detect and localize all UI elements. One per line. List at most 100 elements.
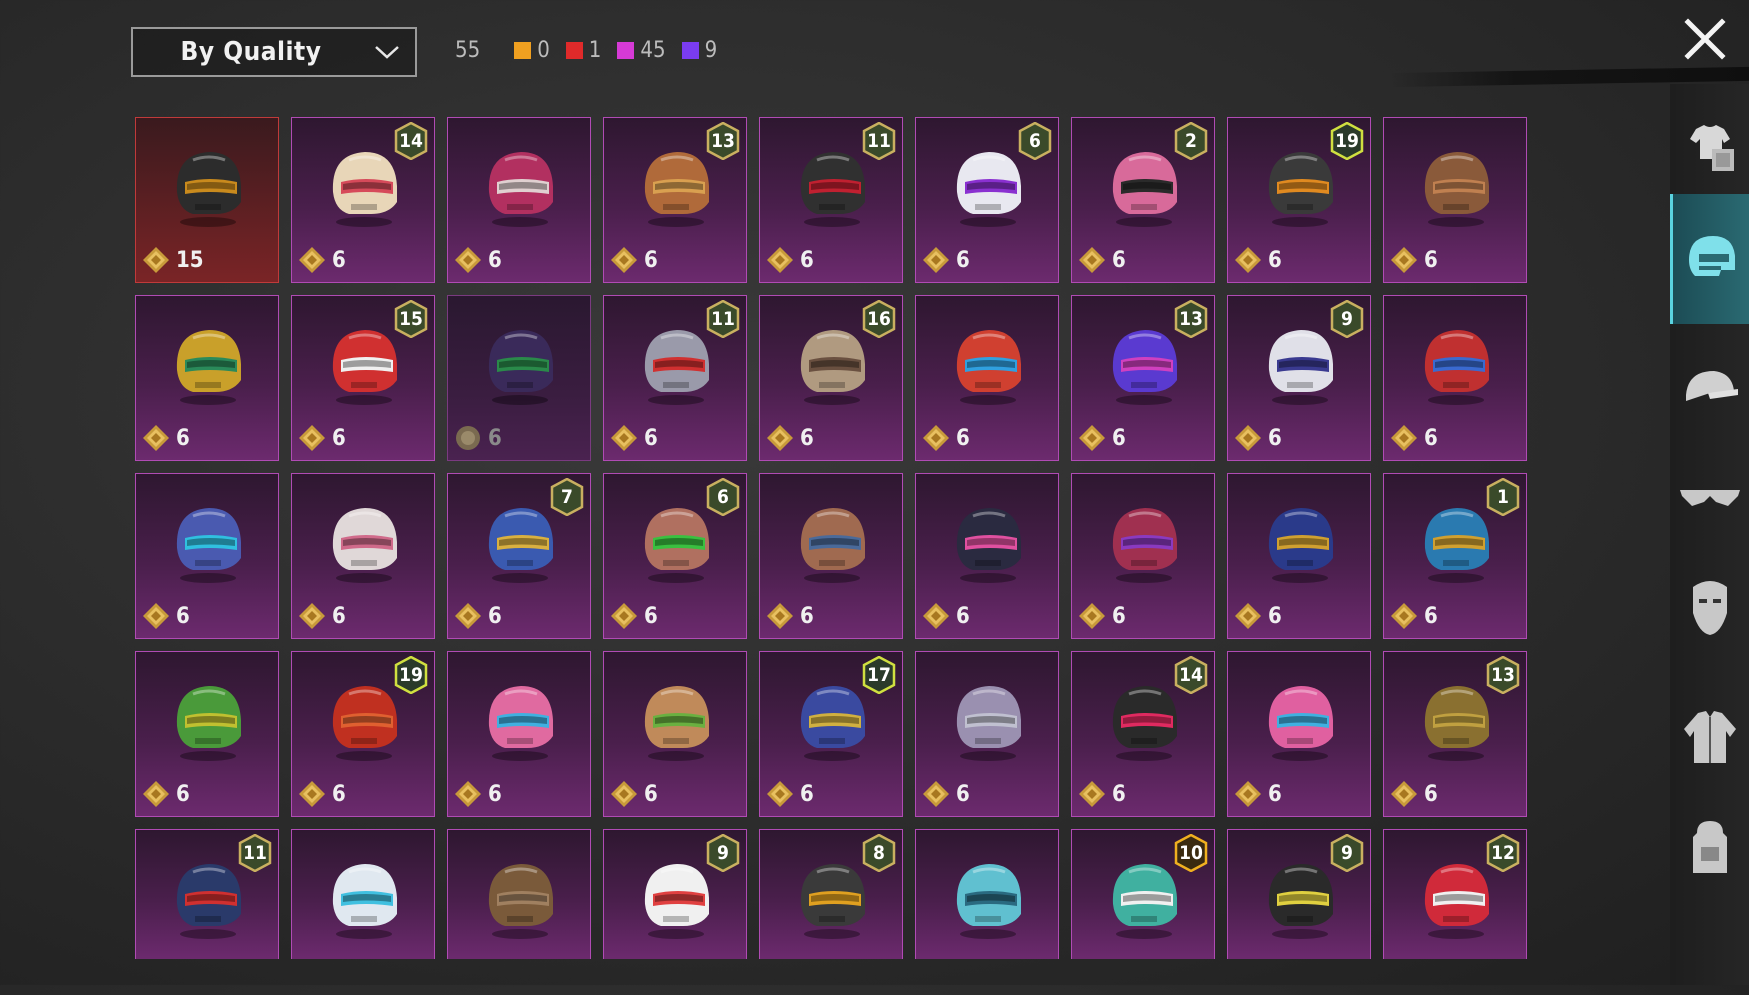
helmet-item-card[interactable]: 6 xyxy=(135,295,279,461)
quality-count-epic: 45 xyxy=(617,38,666,63)
coin-icon xyxy=(1390,424,1418,452)
coin-icon xyxy=(610,246,638,274)
price-value: 6 xyxy=(1424,781,1438,807)
level-number: 13 xyxy=(711,130,735,152)
level-number: 10 xyxy=(1179,842,1203,864)
helmet-item-card[interactable]: 16 xyxy=(1383,473,1527,639)
helmet-item-card[interactable]: 66 xyxy=(603,473,747,639)
coin-icon xyxy=(1234,246,1262,274)
item-price: 6 xyxy=(610,424,658,452)
mask-tab[interactable] xyxy=(1670,544,1749,674)
helmet-item-card[interactable]: 6 xyxy=(135,473,279,639)
coin-icon xyxy=(1390,780,1418,808)
helmet-item-card[interactable]: 9 xyxy=(603,829,747,959)
coin-icon xyxy=(142,780,170,808)
helmet-item-card[interactable]: 16 6 xyxy=(759,295,903,461)
item-price: 6 xyxy=(1234,780,1282,808)
level-number: 11 xyxy=(711,308,735,330)
helmet-item-card[interactable] xyxy=(291,829,435,959)
helmet-item-card[interactable]: 6 xyxy=(1383,295,1527,461)
helmet-item-card[interactable]: 6 xyxy=(447,295,591,461)
item-price: 15 xyxy=(142,246,204,274)
helmet-item-card[interactable]: 17 6 xyxy=(759,651,903,817)
coin-icon xyxy=(766,780,794,808)
helmet-item-card[interactable]: 10 xyxy=(1071,829,1215,959)
helmet-item-card[interactable]: 19 6 xyxy=(291,651,435,817)
helmet-item-card[interactable]: 15 6 xyxy=(291,295,435,461)
helmet-item-card[interactable]: 6 xyxy=(447,117,591,283)
level-number: 9 xyxy=(1341,308,1353,330)
helmet-item-card[interactable]: 6 xyxy=(135,651,279,817)
level-badge: 16 xyxy=(862,300,896,338)
helmet-item-card[interactable]: 11 xyxy=(135,829,279,959)
level-number: 15 xyxy=(399,308,423,330)
price-value: 6 xyxy=(1112,425,1126,451)
helmet-item-card[interactable]: 14 6 xyxy=(291,117,435,283)
helmet-image xyxy=(475,140,565,230)
item-price: 6 xyxy=(1234,602,1282,630)
coin-icon xyxy=(922,602,950,630)
helmet-image xyxy=(943,496,1033,586)
quality-filter-dropdown[interactable]: By Quality xyxy=(131,27,417,77)
price-value: 6 xyxy=(176,781,190,807)
helmet-item-card[interactable]: 19 6 xyxy=(1227,117,1371,283)
helmet-item-card[interactable]: 96 xyxy=(1227,295,1371,461)
helmet-item-card[interactable]: 11 6 xyxy=(603,295,747,461)
coin-icon xyxy=(1390,246,1418,274)
helmet-item-card[interactable]: 6 xyxy=(1227,473,1371,639)
quality-swatch xyxy=(681,42,699,59)
helmet-image xyxy=(943,852,1033,942)
helmet-item-card[interactable]: 6 xyxy=(1383,117,1527,283)
item-price: 6 xyxy=(454,780,502,808)
helmet-item-card[interactable]: 26 xyxy=(1071,117,1215,283)
helmet-item-card[interactable]: 6 xyxy=(447,651,591,817)
helmet-item-card[interactable]: 6 xyxy=(291,473,435,639)
price-value: 6 xyxy=(956,247,970,273)
helmet-item-card[interactable]: 13 6 xyxy=(1383,651,1527,817)
helmet-item-card[interactable]: 6 xyxy=(915,651,1059,817)
level-badge: 8 xyxy=(862,834,896,872)
close-button[interactable] xyxy=(1680,14,1730,64)
level-badge: 11 xyxy=(238,834,272,872)
coin-icon xyxy=(454,424,482,452)
coin-icon xyxy=(142,246,170,274)
backpack-tab[interactable] xyxy=(1670,784,1749,914)
helmet-image xyxy=(163,674,253,764)
helmet-item-card[interactable]: 11 6 xyxy=(759,117,903,283)
helmet-item-card[interactable]: 13 6 xyxy=(1071,295,1215,461)
helmet-item-card[interactable]: 13 6 xyxy=(603,117,747,283)
level-number: 13 xyxy=(1491,664,1515,686)
helmet-item-card[interactable]: 15 xyxy=(135,117,279,283)
item-price: 6 xyxy=(766,424,814,452)
helmet-icon xyxy=(1681,230,1741,288)
price-value: 6 xyxy=(800,247,814,273)
item-price: 6 xyxy=(298,246,346,274)
item-price: 6 xyxy=(1390,424,1438,452)
helmet-item-card[interactable]: 14 6 xyxy=(1071,651,1215,817)
helmet-item-card[interactable]: 6 xyxy=(1071,473,1215,639)
helmet-item-card[interactable] xyxy=(447,829,591,959)
item-price: 6 xyxy=(922,424,970,452)
helmet-item-card[interactable]: 6 xyxy=(759,473,903,639)
coin-icon xyxy=(1234,780,1262,808)
item-price: 6 xyxy=(1078,246,1126,274)
price-value: 6 xyxy=(176,425,190,451)
helmet-item-card[interactable]: 9 xyxy=(1227,829,1371,959)
helmet-item-card[interactable]: 8 xyxy=(759,829,903,959)
helmet-item-card[interactable]: 6 xyxy=(603,651,747,817)
level-badge: 9 xyxy=(1330,834,1364,872)
helmet-item-card[interactable]: 6 xyxy=(915,473,1059,639)
helmet-item-card[interactable]: 6 xyxy=(915,295,1059,461)
price-value: 6 xyxy=(1112,603,1126,629)
item-price: 6 xyxy=(142,424,190,452)
helmet-tab[interactable] xyxy=(1670,194,1749,324)
helmet-item-card[interactable] xyxy=(915,829,1059,959)
level-badge: 2 xyxy=(1174,122,1208,160)
helmet-item-card[interactable]: 66 xyxy=(915,117,1059,283)
helmet-item-card[interactable]: 6 xyxy=(1227,651,1371,817)
level-badge: 9 xyxy=(706,834,740,872)
helmet-item-card[interactable]: 76 xyxy=(447,473,591,639)
coin-icon xyxy=(1234,602,1262,630)
helmet-image xyxy=(1255,674,1345,764)
helmet-item-card[interactable]: 12 xyxy=(1383,829,1527,959)
